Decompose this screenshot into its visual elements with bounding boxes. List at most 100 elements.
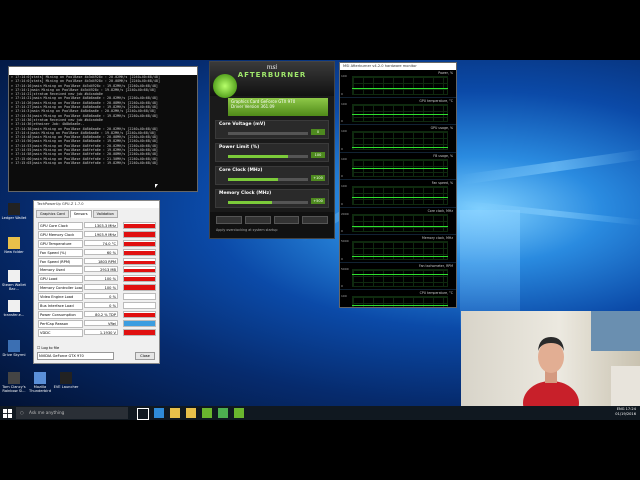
sensor-value: 100 %: [84, 275, 118, 282]
sensor-name[interactable]: Memory Controller Load: [38, 284, 83, 293]
startup-checkbox-label[interactable]: Apply overclocking at system startup: [210, 228, 334, 232]
taskbar: ○ Ask me anything ENG 17:24 01/19/2016: [0, 406, 640, 420]
tab-sensors[interactable]: Sensors: [69, 210, 92, 218]
sensor-graph-fill: [124, 313, 155, 317]
sensor-name[interactable]: Memory Used: [38, 266, 83, 275]
sensor-name[interactable]: Video Engine Load: [38, 293, 83, 302]
gpuz-titlebar[interactable]: TechPowerUp GPU-Z 1.7.0: [34, 201, 159, 208]
log-to-file-checkbox[interactable]: ☐ Log to file: [37, 346, 156, 350]
desktop-icon[interactable]: Drive Skyrmi: [0, 340, 28, 357]
graph-label: CPU temperature, °C: [419, 291, 453, 295]
cortana-search-input[interactable]: ○ Ask me anything: [16, 407, 128, 419]
desktop-icon[interactable]: Tom Clancy's Rainbow Si...: [0, 372, 28, 393]
desktop-icon[interactable]: Mozilla Thunderbird: [26, 372, 54, 393]
desktop-icon-label: transfer.e...: [3, 313, 25, 317]
streamer-figure: [523, 337, 579, 406]
wallpaper-beam: [459, 148, 640, 185]
monitor-graph[interactable]: 2000 0 Core clock, MHz: [340, 208, 456, 235]
sensor-name[interactable]: Bus Interface Load: [38, 302, 83, 311]
monitor-graph[interactable]: 100 0 GPU temperature, °C: [340, 98, 456, 125]
tab-graphics-card[interactable]: Graphics Card: [36, 210, 69, 218]
store-taskbar-icon[interactable]: [186, 408, 196, 418]
console-titlebar[interactable]: [9, 67, 197, 75]
graph-axis-min: 0: [341, 256, 343, 261]
console-line: > 17:15:03|main Mining on PoolBase 4b8fe…: [11, 160, 158, 165]
sensor-name[interactable]: GPU Memory Clock: [38, 230, 83, 239]
graphics-card-info: Graphics Card GeForce GTX 970 Driver Ver…: [228, 98, 328, 116]
sensor-graph-fill: [124, 285, 155, 291]
desktop-icon[interactable]: New folder: [0, 237, 28, 254]
graph-grid: [352, 186, 448, 205]
afterburner-taskbar-icon[interactable]: [202, 408, 212, 418]
gpu-select[interactable]: NVIDIA GeForce GTX 970: [37, 352, 114, 360]
sensor-row: Fan Speed (RPM) 1803 RPM: [34, 257, 159, 266]
slider-track[interactable]: [228, 155, 308, 158]
black-letterbox-bottom: [0, 420, 640, 480]
sensor-row: Power Consumption 80.2 % TDP: [34, 310, 159, 319]
monitor-graph[interactable]: 5000 0 Fan tachometer, RPM: [340, 263, 456, 290]
sensor-graph: [123, 319, 156, 327]
language-indicator[interactable]: ENG: [617, 407, 625, 411]
sensor-name[interactable]: PerfCap Reason: [38, 319, 83, 328]
sensor-value: VRel: [84, 319, 118, 326]
sensor-row: Memory Used 2913 MB: [34, 265, 159, 275]
tab-validation[interactable]: Validation: [92, 210, 118, 218]
graph-label: Fan tachometer, RPM: [419, 263, 453, 268]
reset-button[interactable]: [244, 216, 271, 224]
monitor-graph[interactable]: 100 0 FB usage, %: [340, 153, 456, 180]
console-output: > 17:14:0[stats] Mining on PoolBase 4b3d…: [9, 75, 197, 165]
profile-button[interactable]: [216, 216, 242, 224]
system-tray[interactable]: ENG 17:24 01/19/2016: [615, 407, 636, 417]
apply-button[interactable]: [273, 216, 300, 224]
monitor-graph[interactable]: 100 0 Power, %: [340, 70, 456, 98]
desktop-icon-label: Ledger Wallet: [1, 216, 27, 220]
sensor-name[interactable]: Power Consumption: [38, 310, 83, 319]
gpuz-window[interactable]: TechPowerUp GPU-Z 1.7.0 Graphics Card Sen…: [33, 200, 160, 364]
graph-grid: [352, 103, 448, 122]
monitor-graph[interactable]: 100 0 Fan speed, %: [340, 180, 456, 208]
task-view-taskbar-icon[interactable]: [137, 408, 149, 420]
monitor-graph[interactable]: 1000CPU temperature, °C: [340, 290, 456, 307]
sensor-graph-fill: [124, 268, 155, 273]
file-explorer-taskbar-icon[interactable]: [170, 408, 180, 418]
desktop-icon[interactable]: Ledger Wallet: [0, 203, 28, 220]
sensor-name[interactable]: GPU Core Clock: [38, 222, 83, 230]
sensor-graph: [123, 275, 156, 283]
miner-console-window[interactable]: > 17:14:0[stats] Mining on PoolBase 4b3d…: [8, 66, 198, 192]
windows-start-icon[interactable]: [3, 409, 12, 418]
monitor-graph[interactable]: 5000 0 Memory clock, MHz: [340, 235, 456, 263]
sensor-name[interactable]: GPU Temperature: [38, 239, 83, 248]
sensor-name[interactable]: GPU Load: [38, 275, 83, 284]
slider-value[interactable]: +100: [311, 175, 325, 181]
sensor-graph: [123, 328, 156, 336]
slider-value[interactable]: 100: [311, 152, 325, 158]
sensor-row: PerfCap Reason VRel: [34, 319, 159, 328]
slider-fill: [228, 155, 288, 158]
close-button[interactable]: Close: [135, 352, 155, 360]
sensor-name[interactable]: VDDC: [38, 328, 83, 337]
sensor-graph: [123, 284, 156, 292]
monitor-graph[interactable]: 100 0 GPU usage, %: [340, 125, 456, 153]
sensor-name[interactable]: Fan Speed (RPM): [38, 257, 83, 266]
slider-track[interactable]: [228, 201, 308, 204]
shortcut-icon: [8, 203, 20, 215]
desktop-icon[interactable]: EVE Launcher: [52, 372, 80, 389]
desktop-icon[interactable]: Steam Wallet Bac...: [0, 270, 28, 291]
save-button[interactable]: [302, 216, 328, 224]
slider-track[interactable]: [228, 178, 308, 181]
slider-track[interactable]: [228, 132, 308, 135]
hardware-monitor-window[interactable]: MSI Afterburner v4.2.0 hardware monitor …: [339, 62, 457, 308]
sensor-value: 74.0 °C: [84, 239, 118, 246]
hw-monitor-titlebar[interactable]: MSI Afterburner v4.2.0 hardware monitor: [340, 63, 456, 70]
sensor-row: GPU Core Clock 1303.3 MHz: [34, 221, 159, 230]
gpuz-taskbar-icon[interactable]: [218, 408, 228, 418]
ethminer-taskbar-icon[interactable]: [234, 408, 244, 418]
slider-value[interactable]: +500: [311, 198, 325, 204]
slider-value[interactable]: 0: [311, 129, 325, 135]
slider-group: Core Clock (MHz) +100: [215, 166, 329, 185]
desktop-icon[interactable]: transfer.e...: [0, 300, 28, 317]
edge-taskbar-icon[interactable]: [154, 408, 164, 418]
shortcut-icon: [8, 300, 20, 312]
afterburner-window[interactable]: msi AFTERBURNER Graphics Card GeForce GT…: [209, 61, 335, 239]
sensor-name[interactable]: Fan Speed (%): [38, 248, 83, 257]
